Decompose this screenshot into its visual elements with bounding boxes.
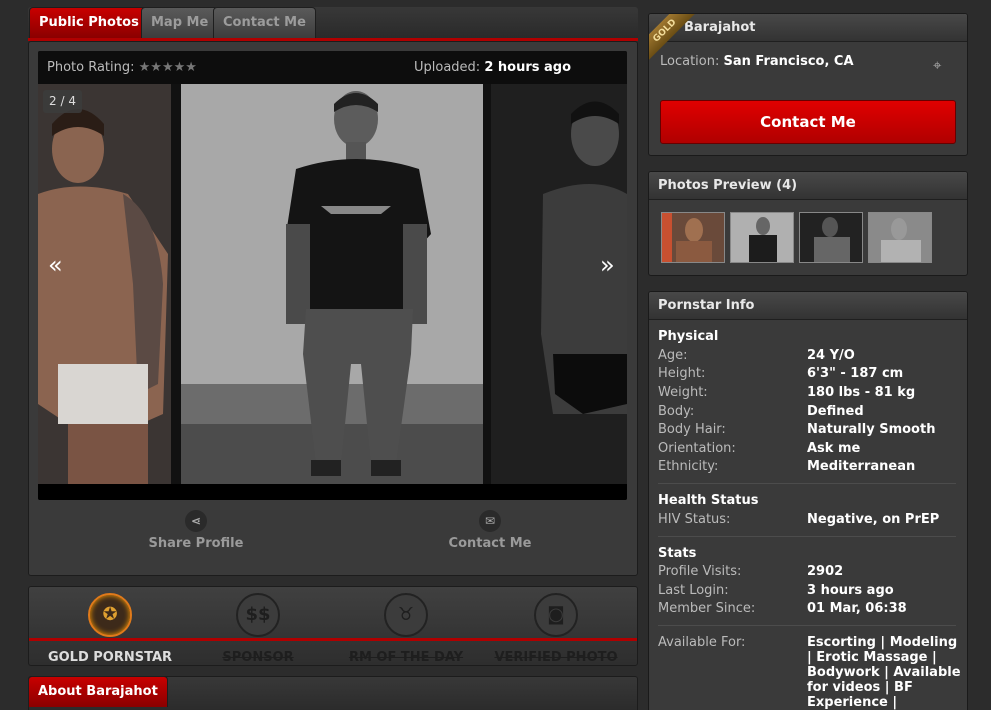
profile-name: Barajahot <box>649 14 967 42</box>
tab-public-photos[interactable]: Public Photos <box>29 7 149 38</box>
info-key: Profile Visits: <box>658 564 742 579</box>
photo-counter: 2 / 4 <box>43 90 82 113</box>
current-photo[interactable] <box>181 84 483 484</box>
dollar-icon: $$ <box>236 593 280 637</box>
info-panel: Pornstar Info Physical Age: 24 Y/O Height… <box>648 291 968 710</box>
prev-arrow-icon[interactable]: « <box>48 251 63 279</box>
viewer-bottom-strip <box>38 484 627 500</box>
preview-thumb[interactable] <box>799 212 863 263</box>
location-value: San Francisco, CA <box>723 54 854 69</box>
preview-thumb[interactable] <box>661 212 725 263</box>
physical-heading: Physical <box>658 329 719 344</box>
info-key: Orientation: <box>658 441 736 456</box>
info-value: 3 hours ago <box>807 583 894 598</box>
photo-rating: Photo Rating: ★★★★★ <box>47 51 197 84</box>
info-value: Mediterranean <box>807 459 916 474</box>
info-key: Body: <box>658 404 695 419</box>
info-key: Body Hair: <box>658 422 726 437</box>
badge-verified-photo[interactable]: ◙ VERIFIED PHOTO <box>491 593 621 665</box>
share-label: Share Profile <box>148 536 244 551</box>
contact-action-label: Contact Me <box>448 536 532 551</box>
tab-contact-me[interactable]: Contact Me <box>213 7 316 38</box>
info-key: Last Login: <box>658 583 729 598</box>
photo-tab-bar: Public Photos Map Me Contact Me <box>28 7 638 41</box>
preview-thumb[interactable] <box>868 212 932 263</box>
info-key: Member Since: <box>658 601 756 616</box>
photo-viewer: Photo Rating: ★★★★★ Uploaded: 2 hours ag… <box>38 51 627 500</box>
available-line: Bodywork | Available <box>807 665 961 680</box>
divider <box>658 483 956 484</box>
info-value: 24 Y/O <box>807 348 855 363</box>
info-key: Ethnicity: <box>658 459 719 474</box>
envelope-icon: ✉ <box>479 510 501 532</box>
location-label: Location: <box>660 54 720 69</box>
badge-sponsor[interactable]: $$ SPONSOR <box>193 593 323 665</box>
upload-time: Uploaded: 2 hours ago <box>414 51 571 84</box>
uploaded-label: Uploaded: <box>414 60 481 75</box>
award-icon: ✪ <box>88 593 132 637</box>
contact-me-button[interactable]: Contact Me <box>660 100 956 144</box>
share-icon: ⋖ <box>185 510 207 532</box>
info-value: Naturally Smooth <box>807 422 936 437</box>
location: Location: San Francisco, CA <box>660 54 854 69</box>
info-key: Height: <box>658 366 706 381</box>
badge-rm-of-the-day[interactable]: ♉ RM OF THE DAY <box>341 593 471 665</box>
health-heading: Health Status <box>658 493 759 508</box>
stats-heading: Stats <box>658 546 697 561</box>
available-line: for videos | BF <box>807 680 913 695</box>
info-value: 180 lbs - 81 kg <box>807 385 916 400</box>
photo-info-bar: Photo Rating: ★★★★★ Uploaded: 2 hours ag… <box>38 51 627 84</box>
available-line: Experience | <box>807 695 898 710</box>
uploaded-value: 2 hours ago <box>484 60 572 75</box>
available-line: Escorting | Modeling <box>807 635 958 650</box>
rating-stars[interactable]: ★★★★★ <box>139 60 197 75</box>
divider <box>658 536 956 537</box>
next-arrow-icon[interactable]: » <box>600 251 615 279</box>
prev-photo[interactable] <box>38 84 181 484</box>
info-key: Available For: <box>658 635 746 650</box>
info-value: 6'3" - 187 cm <box>807 366 904 381</box>
info-key: Weight: <box>658 385 708 400</box>
info-key: HIV Status: <box>658 512 731 527</box>
next-photo[interactable] <box>483 84 627 484</box>
contact-me-action-button[interactable]: ✉ Contact Me <box>440 510 540 551</box>
photos-preview-panel: Photos Preview (4) <box>648 171 968 276</box>
photos-preview-title: Photos Preview (4) <box>649 172 967 200</box>
badge-bar: ✪ GOLD PORNSTAR $$ SPONSOR ♉ RM OF THE D… <box>28 586 638 666</box>
badge-label: VERIFIED PHOTO <box>494 650 618 665</box>
badge-label: SPONSOR <box>222 650 294 665</box>
info-title: Pornstar Info <box>649 292 967 320</box>
map-pin-icon[interactable]: ⌖ <box>933 56 951 74</box>
info-value: 01 Mar, 06:38 <box>807 601 907 616</box>
preview-thumb[interactable] <box>730 212 794 263</box>
badge-label: GOLD PORNSTAR <box>47 650 173 665</box>
horns-icon: ♉ <box>384 593 428 637</box>
info-value: Ask me <box>807 441 861 456</box>
tab-about[interactable]: About Barajahot <box>28 676 168 707</box>
about-section: About Barajahot <box>28 676 638 710</box>
camera-icon: ◙ <box>534 593 578 637</box>
profile-card: Barajahot GOLD Location: San Francisco, … <box>648 13 968 156</box>
tab-map-me[interactable]: Map Me <box>141 7 219 38</box>
info-value: Negative, on PrEP <box>807 512 940 527</box>
info-value: Defined <box>807 404 864 419</box>
divider <box>658 625 956 626</box>
badge-label: RM OF THE DAY <box>348 650 464 665</box>
info-value: 2902 <box>807 564 844 579</box>
badge-gold-pornstar[interactable]: ✪ GOLD PORNSTAR <box>45 593 175 665</box>
share-profile-button[interactable]: ⋖ Share Profile <box>140 510 252 551</box>
info-key: Age: <box>658 348 688 363</box>
available-line: | Erotic Massage | <box>807 650 937 665</box>
rating-label: Photo Rating: <box>47 60 135 75</box>
